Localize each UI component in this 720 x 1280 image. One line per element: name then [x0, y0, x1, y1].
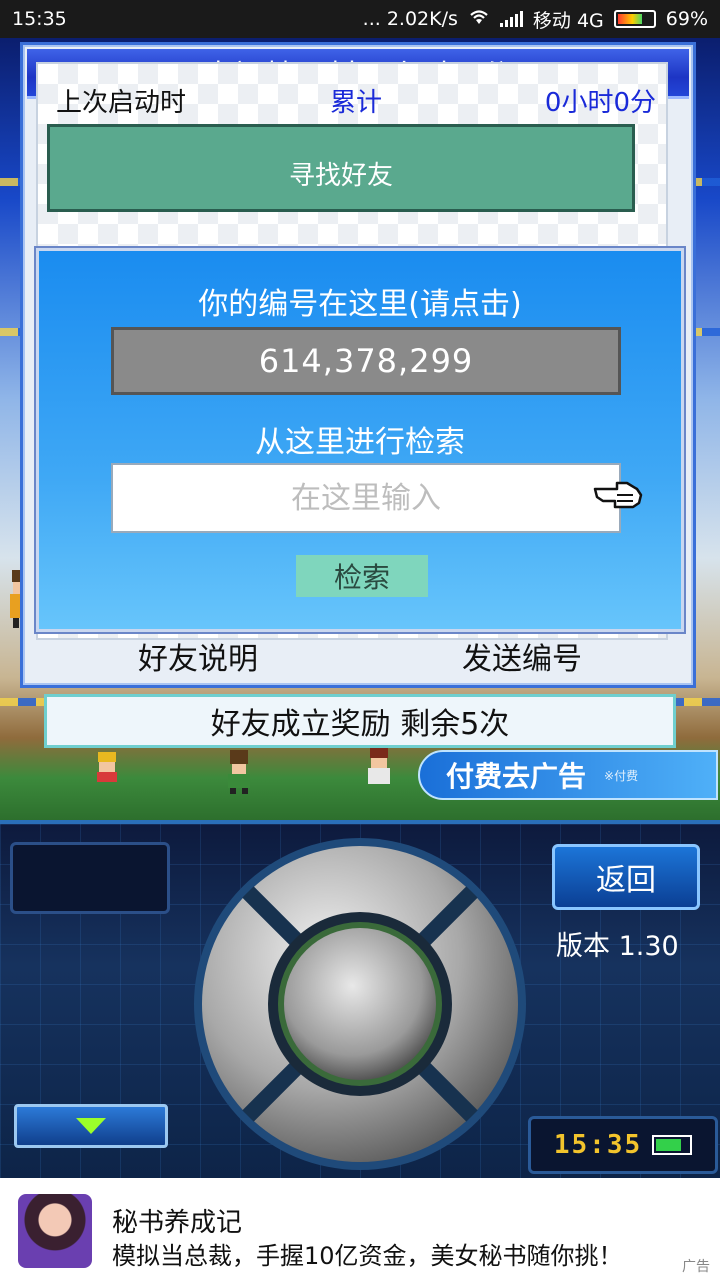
villager-sprite	[228, 750, 250, 794]
controller-panel: 返回 版本 1.30 15:35	[0, 820, 720, 1178]
battery-percent: 69%	[665, 8, 708, 30]
mini-screen	[10, 842, 170, 914]
user-id-box[interactable]: 614,378,299	[111, 327, 621, 395]
back-button[interactable]: 返回	[552, 844, 700, 910]
search-label: 从这里进行检索	[255, 425, 465, 460]
ad-description: 模拟当总裁，手握10亿资金，美女秘书随你挑！	[112, 1242, 623, 1270]
clock-time: 15:35	[553, 1130, 643, 1160]
ad-banner[interactable]: 秘书养成记 模拟当总裁，手握10亿资金，美女秘书随你挑！ 广告	[0, 1178, 720, 1280]
send-id-button[interactable]: 发送编号	[360, 634, 684, 678]
last-launch-label: 上次启动时	[56, 87, 187, 118]
villager-sprite	[97, 752, 117, 782]
dpad-icon[interactable]	[192, 836, 528, 1172]
remove-ads-label: 付费去广告	[446, 760, 587, 793]
carrier-label: 移动 4G	[532, 9, 604, 32]
game-clock: 15:35	[528, 1116, 718, 1174]
wifi-icon	[468, 8, 490, 31]
total-time: 0小时0分	[544, 87, 656, 118]
status-time: 15:35	[12, 8, 67, 30]
search-button[interactable]: 检索	[296, 555, 428, 597]
battery-icon	[613, 10, 656, 28]
ad-app-icon	[18, 1194, 92, 1268]
window-footer: 好友说明 发送编号	[36, 634, 684, 678]
ad-tag: 广告	[682, 1259, 710, 1275]
friend-help-button[interactable]: 好友说明	[36, 634, 360, 678]
menu-toggle-button[interactable]	[14, 1104, 168, 1148]
launch-info-row: 上次启动时 累计 0小时0分	[56, 80, 656, 120]
friend-reward-banner: 好友成立奖励 剩余5次	[44, 694, 676, 748]
net-speed: ... 2.02K/s	[362, 8, 458, 30]
dialog-title: 你的编号在这里(请点击)	[198, 287, 522, 322]
version-label: 版本 1.30	[556, 931, 679, 962]
battery-icon	[652, 1135, 693, 1155]
ad-title: 秘书养成记	[112, 1208, 243, 1238]
remove-ads-button[interactable]: 付费去广告 ※付费	[418, 750, 718, 800]
total-label: 累计	[329, 87, 382, 118]
villager-sprite	[368, 748, 390, 784]
pointing-hand-icon	[593, 481, 643, 509]
chevron-down-icon	[76, 1118, 106, 1134]
remove-ads-note: ※付费	[604, 768, 639, 783]
friend-search-input[interactable]	[111, 463, 621, 533]
status-bar: 15:35 ... 2.02K/s 移动 4G 69%	[0, 0, 720, 38]
friend-id-dialog: 你的编号在这里(请点击) 614,378,299 从这里进行检索 检索	[36, 248, 684, 632]
find-friends-button[interactable]: 寻找好友	[47, 124, 635, 212]
signal-icon	[499, 11, 523, 27]
